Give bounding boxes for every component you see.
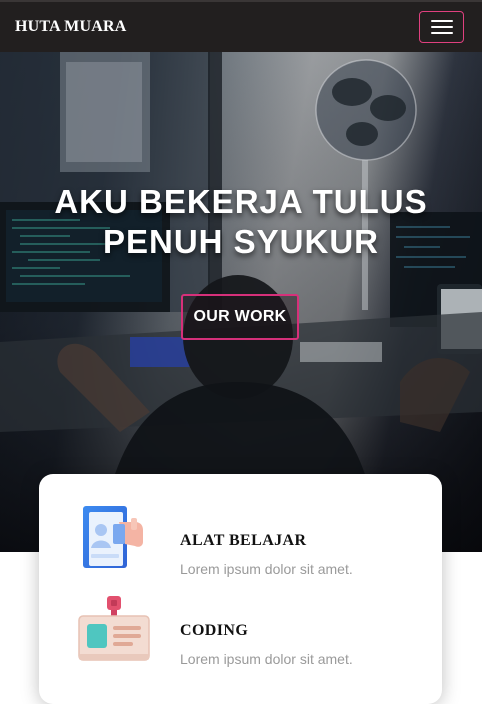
- features-card: ALAT BELAJAR Lorem ipsum dolor sit amet.…: [39, 474, 442, 704]
- brand-logo[interactable]: HUTA MUARA: [15, 18, 126, 36]
- feature-title: CODING: [180, 622, 249, 639]
- hero-title-line1: AKU BEKERJA TULUS: [54, 183, 428, 220]
- menu-toggle-button[interactable]: [419, 11, 464, 43]
- our-work-button[interactable]: OUR WORK: [181, 294, 299, 340]
- feature-item-coding[interactable]: CODING Lorem ipsum dolor sit amet.: [39, 592, 442, 682]
- id-badge-icon: [78, 596, 150, 661]
- presentation-board-icon: [83, 506, 143, 568]
- navbar: HUTA MUARA: [0, 0, 482, 52]
- feature-description: Lorem ipsum dolor sit amet.: [180, 651, 353, 667]
- feature-item-alat-belajar[interactable]: ALAT BELAJAR Lorem ipsum dolor sit amet.: [39, 502, 442, 592]
- feature-description: Lorem ipsum dolor sit amet.: [180, 561, 353, 577]
- hero-title-line2: PENUH SYUKUR: [102, 223, 380, 260]
- hamburger-icon: [431, 20, 453, 35]
- feature-title: ALAT BELAJAR: [180, 532, 307, 549]
- hero-title: AKU BEKERJA TULUS PENUH SYUKUR: [0, 182, 482, 262]
